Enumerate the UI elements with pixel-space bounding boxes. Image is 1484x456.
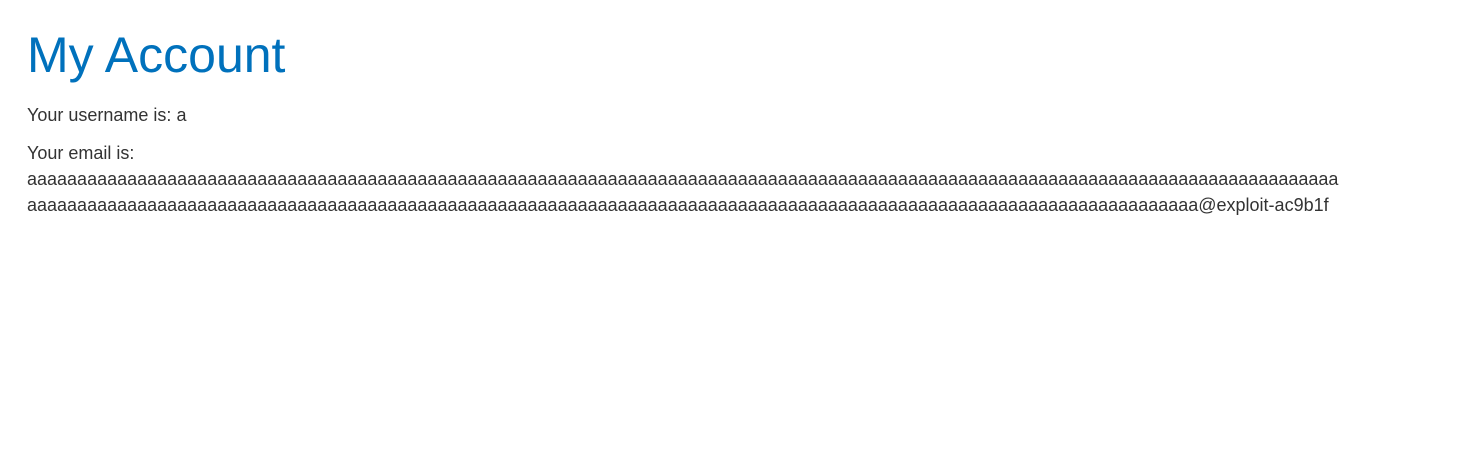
email-value-line-2: aaaaaaaaaaaaaaaaaaaaaaaaaaaaaaaaaaaaaaaa… <box>27 195 1329 215</box>
email-label: Your email is: <box>27 143 135 163</box>
username-value: a <box>176 105 187 125</box>
account-page: My Account Your username is: a Your emai… <box>0 0 1484 456</box>
username-label: Your username is: <box>27 105 172 125</box>
email-value-line-1: aaaaaaaaaaaaaaaaaaaaaaaaaaaaaaaaaaaaaaaa… <box>27 169 1339 189</box>
page-title: My Account <box>27 27 286 83</box>
email-section: Your email is: aaaaaaaaaaaaaaaaaaaaaaaaa… <box>27 140 1457 218</box>
username-line: Your username is: a <box>27 102 1457 128</box>
